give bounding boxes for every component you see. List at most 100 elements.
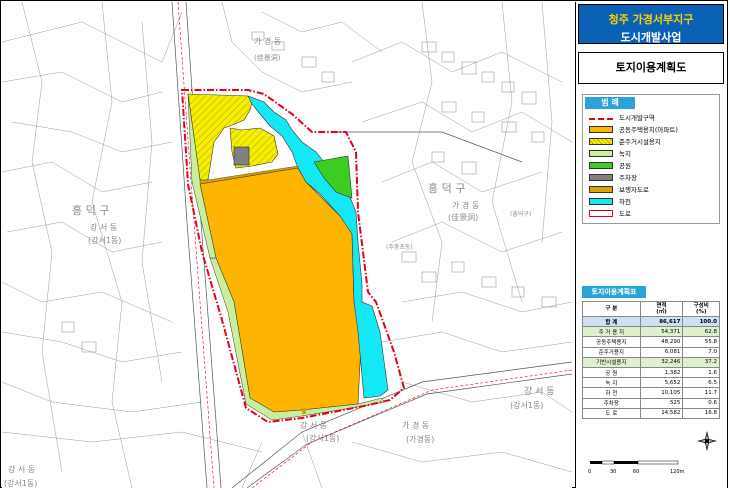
label-gangseo-right-sub: (강서1동) [510, 400, 543, 410]
scale-tick-60: 60 [633, 469, 639, 475]
scale-bar: 0 30 60 120m [588, 460, 685, 475]
label-gagyeong-top: 가 경 동 [254, 36, 281, 46]
label-gagyeong-right: 가 경 동 [452, 200, 479, 210]
legend-heading: 범 례 [585, 97, 635, 109]
table-cell-area: 1,382 [639, 366, 684, 379]
table-cell-ratio: 0.6 [682, 397, 720, 409]
legend-swatch [589, 118, 613, 120]
table-row: 녹 지 5,652 6.5 [582, 377, 720, 389]
table-cell-area: 6,081 [639, 346, 684, 358]
label-gangseo-left: 강 서 동 [90, 222, 117, 232]
table-cell-name: 도 로 [582, 407, 641, 419]
table-row: 하 천 10,105 11.7 [582, 387, 720, 399]
table-row: 준주거용지 6,081 7.0 [582, 346, 720, 358]
table-cell-area: 54,371 [639, 326, 684, 338]
legend-label: 공동주택용지(아파트) [619, 126, 678, 134]
table-cell-ratio: 16.8 [682, 407, 720, 419]
legend-label: 준주거시설용지 [619, 138, 661, 146]
legend-item: 도로 [589, 209, 717, 219]
table-header-cell: 면적 (㎡) [639, 301, 684, 317]
label-gagyeong-bottom: 가 경 동 [402, 420, 429, 430]
plan-title: 토지이용계획도 [578, 52, 724, 84]
legend-swatch [589, 150, 613, 157]
table-cell-area: 48,290 [639, 336, 684, 348]
table-cell-name: 공동주택용지 [582, 336, 641, 348]
table-row: 주차장 525 0.6 [582, 397, 720, 409]
legend-item: 주차장 [589, 173, 717, 183]
table-cell-name: 주 거 용 지 [582, 326, 641, 338]
legend-label: 하천 [619, 198, 631, 206]
land-use-table-heading: 토지이용계획표 [582, 286, 646, 298]
label-gangseo-bottom: 강 서 동 [300, 420, 327, 430]
legend-item: 도시개발구역 [589, 113, 717, 123]
label-gagyeong-bottom-sub: (가경동) [406, 434, 434, 444]
label-gagyeong-right-han: (佳景洞) [448, 212, 478, 222]
table-cell-ratio: 62.8 [682, 326, 720, 338]
project-title-line2: 도시개발사업 [620, 31, 682, 44]
legend-item: 보행자도로 [589, 185, 717, 195]
legend-swatch [589, 162, 613, 169]
legend-item: 녹지 [589, 149, 717, 159]
table-row: 공 원 1,382 1.6 [582, 366, 720, 379]
table-cell-name: 녹 지 [582, 377, 641, 389]
table-cell-ratio: 11.7 [682, 387, 720, 399]
scale-tick-0: 0 [588, 469, 591, 475]
label-gangseo-corner: 강 서 동 [8, 464, 35, 474]
legend-swatch [589, 186, 613, 193]
label-right: (흥덕구) [510, 210, 531, 218]
legend-item: 하천 [589, 197, 717, 207]
legend-item: 공원 [589, 161, 717, 171]
table-cell-area: 10,105 [639, 387, 684, 399]
legend-swatch [589, 174, 613, 181]
table-cell-area: 5,652 [639, 377, 684, 389]
north-arrow-icon [697, 431, 717, 451]
map-canvas: 가 경 동 (佳景洞) 흥 덕 구 가 경 동 (佳景洞) (흥덕구) 흥 덕 … [2, 2, 572, 488]
legend-swatch [589, 210, 613, 217]
label-gangseo-bottom-sub: (강서1동) [306, 433, 339, 443]
table-cell-name: 주차장 [582, 397, 641, 409]
table-cell-ratio: 6.5 [682, 377, 720, 389]
legend-label: 주차장 [619, 174, 637, 182]
table-cell-name: 기반시설용지 [582, 356, 641, 368]
label-heungdeok: 흥 덕 구 [428, 181, 465, 195]
table-cell-ratio: 100.0 [682, 315, 720, 328]
land-use-table: 구 분 면적 (㎡) 구성비 (%) 합 계 86,617 100.0 주 거 용 지 54,… [582, 301, 720, 419]
label-gangseo-left-sub: (강서1동) [88, 235, 121, 245]
scale-tick-30: 30 [610, 469, 616, 475]
table-cell-name: 합 계 [582, 315, 641, 328]
table-row: 공동주택용지 48,290 55.8 [582, 336, 720, 348]
table-header-cell: 구성비 (%) [682, 301, 720, 317]
label-heungdeok-left: 흥 덕 구 [72, 203, 109, 217]
label-gagyeong-top-han: (佳景洞) [254, 53, 281, 62]
legend-item: 공동주택용지(아파트) [589, 125, 717, 135]
legend-label: 도시개발구역 [619, 114, 655, 122]
label-gangseo-right: 강 서 동 [524, 386, 555, 397]
table-row: 합 계 86,617 100.0 [582, 315, 720, 328]
table-cell-name: 공 원 [582, 366, 641, 379]
legend-label: 녹지 [619, 150, 631, 158]
table-cell-ratio: 1.6 [682, 366, 720, 379]
table-cell-ratio: 55.8 [682, 336, 720, 348]
table-cell-area: 14,582 [639, 407, 684, 419]
table-cell-ratio: 37.2 [682, 356, 720, 368]
table-cell-area: 86,617 [639, 315, 684, 328]
legend-label: 공원 [619, 162, 631, 170]
legend-label: 보행자도로 [619, 186, 649, 194]
label-school: (주중초등) [386, 244, 413, 251]
scale-tick-120: 120m [670, 469, 685, 475]
legend-swatch [589, 198, 613, 205]
info-panel: 청주 가경서부지구 도시개발사업 토지이용계획도 범 례 도시개발구역공동주택용… [575, 2, 727, 488]
label-gangseo-corner-sub: (강서1동) [4, 478, 37, 488]
table-cell-area: 525 [639, 397, 684, 409]
zone-pedestrian-path-2 [302, 408, 306, 414]
table-cell-area: 32,246 [639, 356, 684, 368]
project-title: 청주 가경서부지구 도시개발사업 [578, 4, 724, 44]
legend-label: 도로 [619, 210, 631, 218]
legend-item: 준주거시설용지 [589, 137, 717, 147]
table-cell-name: 준주거용지 [582, 346, 641, 358]
legend: 범 례 도시개발구역공동주택용지(아파트) 준주거시설용지녹지공원주차장보행자도로… [582, 94, 720, 224]
legend-swatch [589, 126, 613, 133]
table-row: 기반시설용지 32,246 37.2 [582, 356, 720, 368]
table-row: 주 거 용 지 54,371 62.8 [582, 326, 720, 338]
table-row: 도 로 14,582 16.8 [582, 407, 720, 419]
